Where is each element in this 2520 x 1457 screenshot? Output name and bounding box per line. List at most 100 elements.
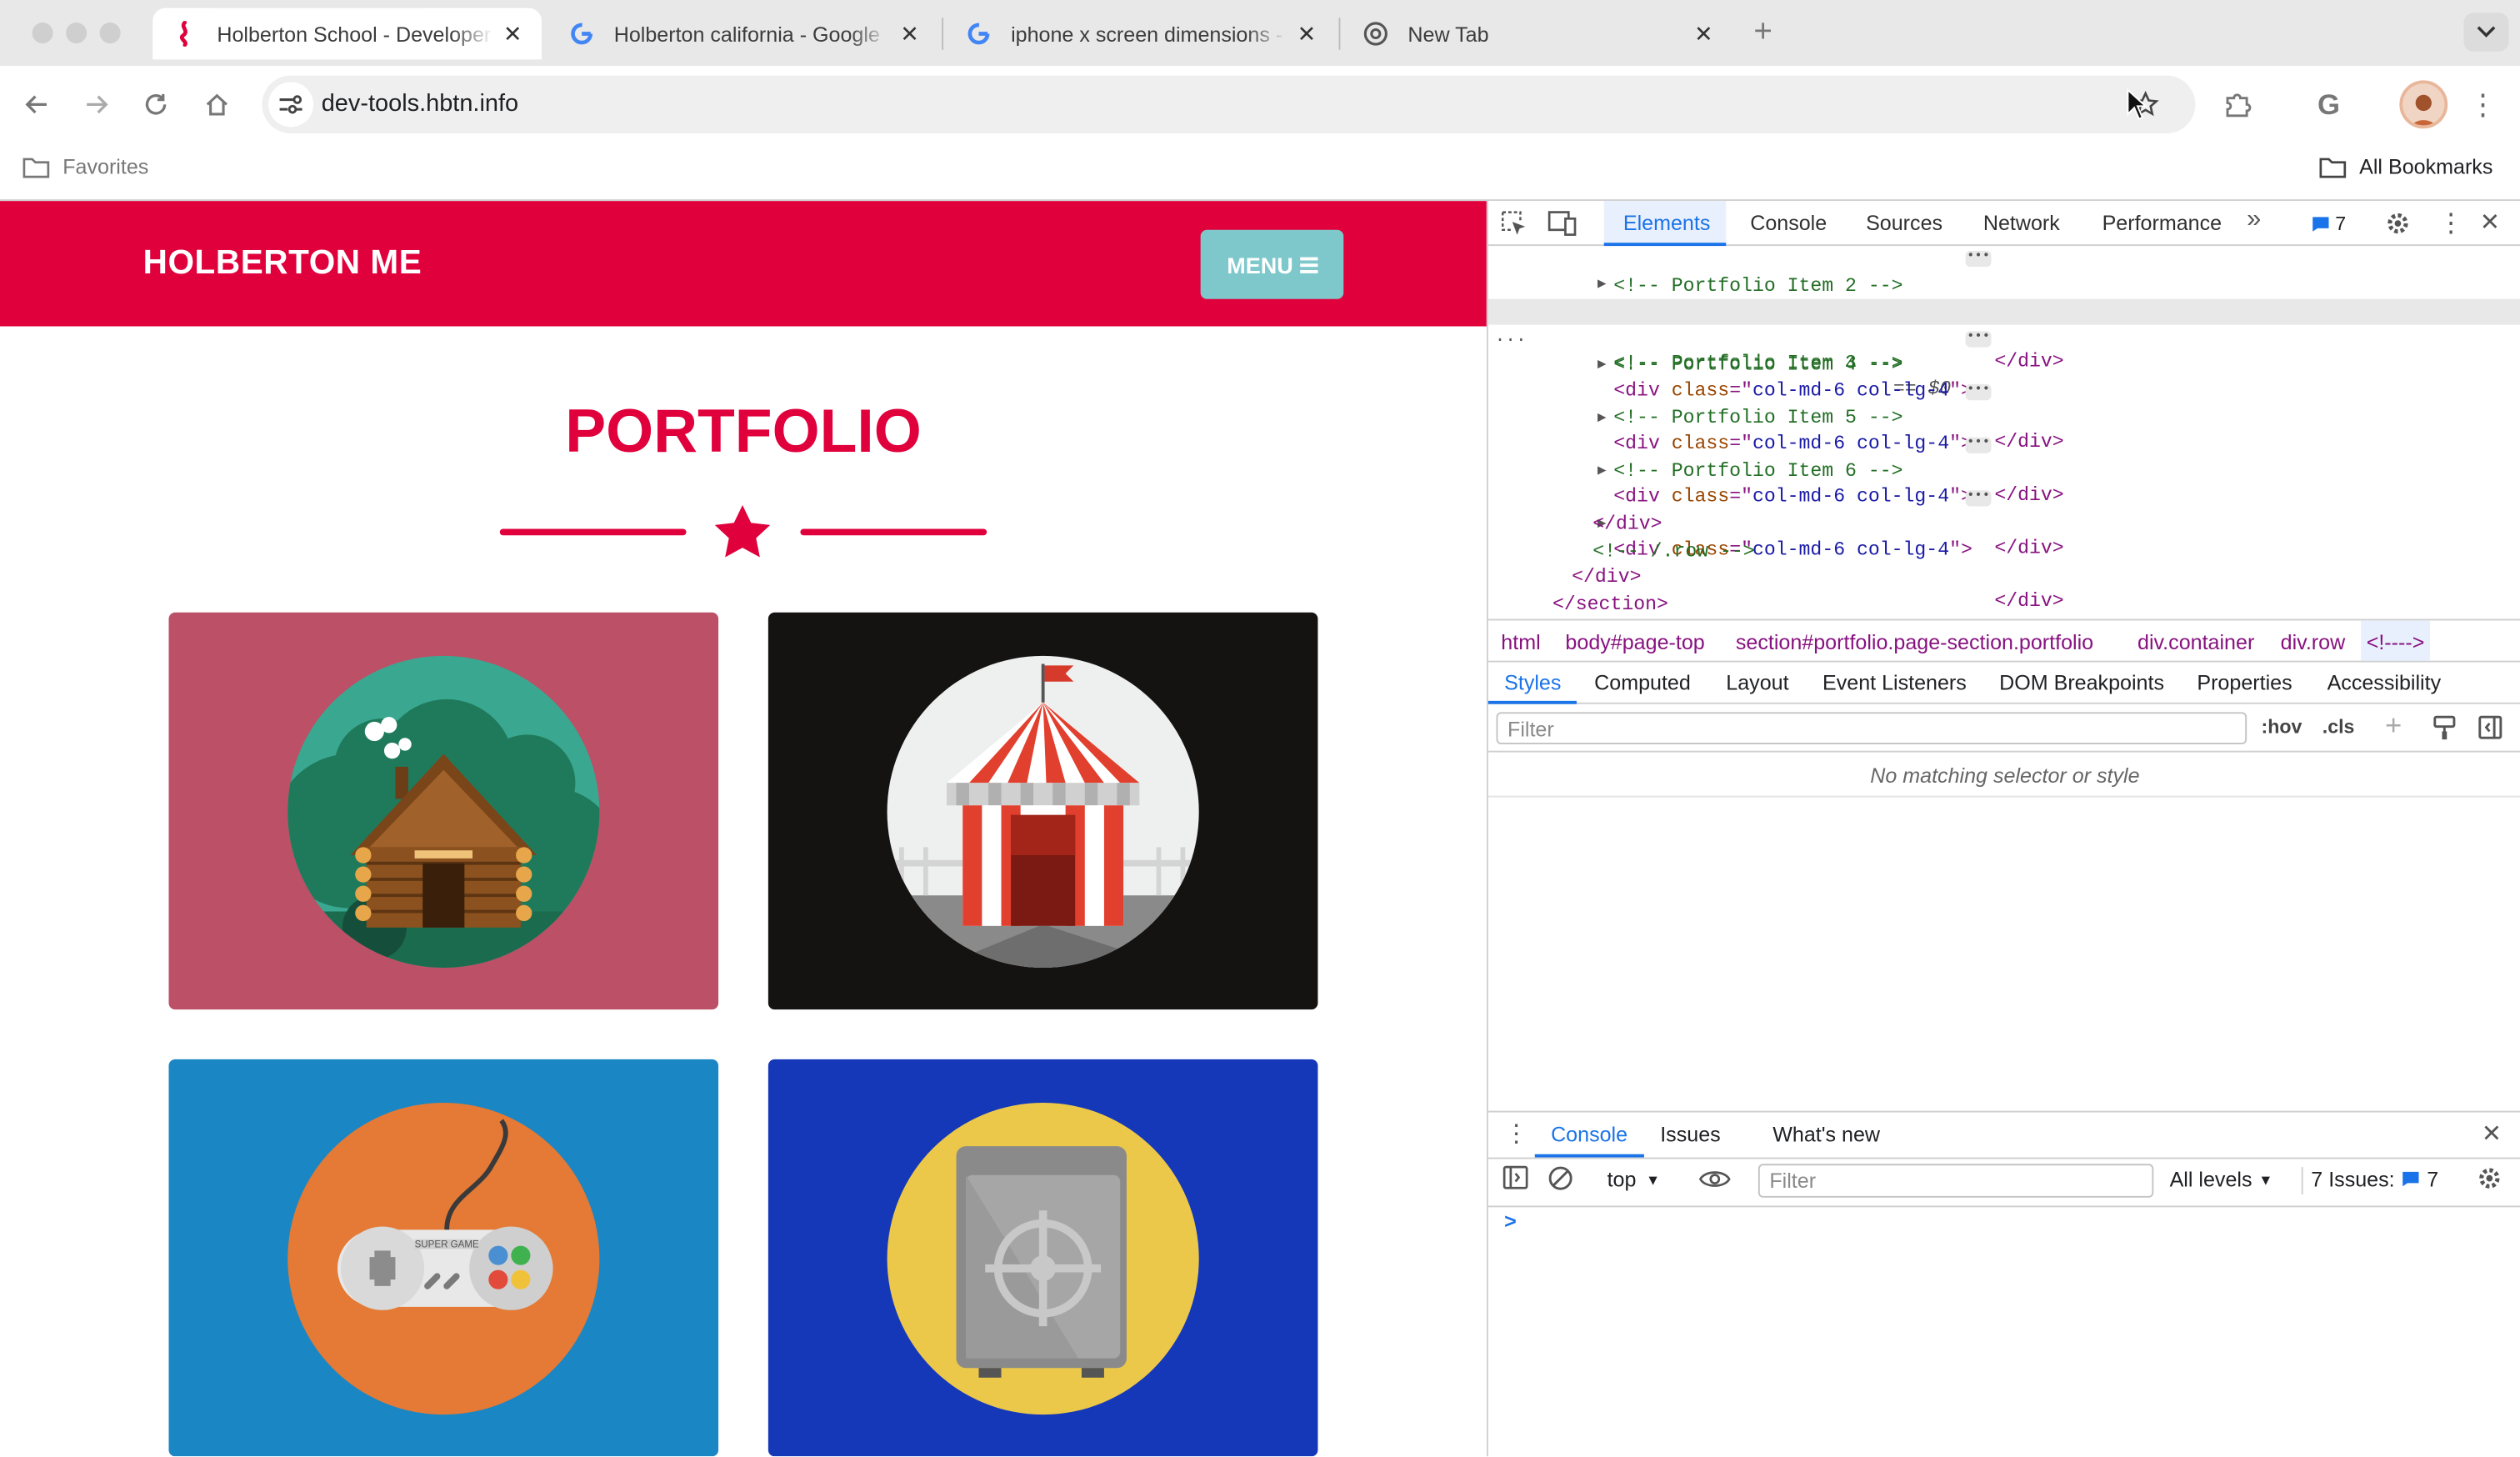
tab-styles[interactable]: Styles: [1488, 663, 1577, 704]
closing-tag[interactable]: </section>: [1552, 592, 1668, 618]
breadcrumb-body[interactable]: body#page-top: [1565, 630, 1704, 654]
styles-filter-input[interactable]: [1496, 712, 2248, 744]
dom-node-div[interactable]: ▶ <div class="col-md-6 col-lg-4"> ••• </…: [1488, 246, 2520, 373]
forward-arrow-icon[interactable]: [78, 85, 116, 123]
tab-holberton-school[interactable]: Holberton School - Developer ✕: [152, 8, 542, 60]
comment-node[interactable]: <!-- Portfolio Item 5 -->: [1613, 405, 1902, 431]
google-g-icon[interactable]: G: [2309, 85, 2348, 123]
tab-close-icon[interactable]: ✕: [1684, 20, 1722, 48]
tab-layout[interactable]: Layout: [1726, 670, 1788, 694]
tab-close-icon[interactable]: ✕: [1288, 20, 1326, 48]
tab-new-tab[interactable]: New Tab ✕: [1343, 8, 1732, 60]
closing-tag[interactable]: </div>: [1592, 511, 1662, 537]
console-filter-input[interactable]: [1758, 1164, 2154, 1198]
site-settings-icon[interactable]: [268, 82, 314, 128]
comment-node[interactable]: <!-- Portfolio Item 2 -->: [1613, 273, 1902, 299]
more-tabs-chevron-icon[interactable]: »: [2247, 206, 2261, 235]
tab-title: iphone x screen dimensions -: [1011, 22, 1283, 46]
portfolio-item-safe[interactable]: [768, 1059, 1318, 1457]
tab-close-icon[interactable]: ✕: [890, 20, 928, 48]
comment-node[interactable]: <!-- /.row -->: [1592, 538, 1754, 564]
tab-elements[interactable]: Elements: [1603, 201, 1727, 247]
breadcrumb-section[interactable]: section#portfolio.page-section.portfolio: [1736, 630, 2093, 654]
comment-node[interactable]: <!-- Portfolio Item 4 -->: [1613, 352, 1902, 378]
home-icon[interactable]: [198, 85, 236, 123]
profile-avatar[interactable]: [2399, 80, 2448, 129]
collapsed-ellipsis-icon[interactable]: •••: [1965, 250, 1992, 268]
drawer-kebab-icon[interactable]: ⋮: [1504, 1119, 1528, 1148]
breadcrumb-container[interactable]: div.container: [2138, 630, 2254, 654]
extensions-puzzle-icon[interactable]: [2218, 85, 2256, 123]
tab-properties[interactable]: Properties: [2197, 670, 2292, 694]
console-settings-gear-icon[interactable]: [2477, 1165, 2502, 1196]
collapsed-ellipsis-icon[interactable]: •••: [1965, 330, 1992, 348]
tab-sources[interactable]: Sources: [1866, 211, 1942, 235]
new-style-rule-plus-icon[interactable]: +: [2385, 708, 2402, 742]
bookmark-folder-favorites[interactable]: Favorites: [22, 154, 148, 178]
reload-icon[interactable]: [137, 85, 175, 123]
console-issues-counter[interactable]: 7 Issues: 7: [2311, 1167, 2438, 1191]
breadcrumb-html[interactable]: html: [1501, 630, 1540, 654]
issues-badge[interactable]: 7: [2311, 213, 2346, 235]
back-arrow-icon[interactable]: [18, 85, 56, 123]
tab-iphone-x-dimensions[interactable]: iphone x screen dimensions - ✕: [947, 8, 1336, 60]
clear-console-icon[interactable]: [1548, 1165, 1573, 1196]
selected-node-row[interactable]: ... <!-- Portfolio Item 3 --> == $0: [1488, 298, 2520, 400]
dom-node-div[interactable]: ▶ <div class="col-md-6 col-lg-4"> ••• </…: [1488, 485, 2520, 613]
closing-tag[interactable]: </div>: [1572, 564, 1641, 590]
drawer-tab-issues[interactable]: Issues: [1660, 1122, 1720, 1146]
portfolio-item-circus-tent[interactable]: [768, 612, 1318, 1010]
console-sidebar-icon[interactable]: [1502, 1165, 1528, 1194]
message-icon: [2312, 216, 2329, 231]
device-toolbar-icon[interactable]: [1548, 211, 1577, 242]
window-close-button[interactable]: [32, 22, 53, 44]
console-prompt[interactable]: >: [1504, 1209, 1517, 1233]
tab-holberton-california[interactable]: Holberton california - Google ✕: [550, 8, 939, 60]
tab-computed[interactable]: Computed: [1594, 670, 1691, 694]
context-selector[interactable]: top ▼: [1608, 1167, 1661, 1191]
portfolio-item-cabin[interactable]: [168, 612, 719, 1010]
portfolio-item-game-controller[interactable]: SUPER GAME: [168, 1059, 719, 1457]
live-expression-eye-icon[interactable]: [1698, 1169, 1731, 1194]
tab-accessibility[interactable]: Accessibility: [2328, 670, 2442, 694]
chrome-menu-kebab-icon[interactable]: ⋮: [2463, 85, 2502, 123]
window-zoom-button[interactable]: [99, 22, 121, 44]
breadcrumb-row[interactable]: div.row: [2281, 630, 2346, 654]
comment-node[interactable]: <!-- Portfolio Item 6 -->: [1613, 458, 1902, 484]
collapsed-ellipsis-icon[interactable]: •••: [1965, 437, 1992, 453]
drawer-close-icon[interactable]: ✕: [2482, 1119, 2502, 1148]
dom-node-div[interactable]: ▶ <div class="col-md-6 col-lg-4"> ••• </…: [1488, 326, 2520, 453]
log-levels-dropdown[interactable]: All levels ▼: [2170, 1167, 2273, 1191]
hover-state-toggle[interactable]: :hov: [2261, 715, 2302, 738]
window-minimize-button[interactable]: [66, 22, 88, 44]
collapsed-ellipsis-icon[interactable]: •••: [1965, 383, 1992, 401]
issues-number: 7: [2427, 1167, 2439, 1192]
devtools-close-icon[interactable]: ✕: [2480, 208, 2500, 237]
site-brand[interactable]: HOLBERTON ME: [143, 244, 422, 283]
drawer-tab-console[interactable]: Console: [1534, 1113, 1644, 1158]
class-toggle[interactable]: .cls: [2322, 715, 2355, 738]
tab-console[interactable]: Console: [1750, 211, 1827, 235]
devtools-kebab-icon[interactable]: ⋮: [2438, 208, 2464, 240]
inspect-element-icon[interactable]: [1501, 211, 1528, 242]
breadcrumb-comment[interactable]: <!---->: [2361, 620, 2430, 661]
tab-performance[interactable]: Performance: [2102, 211, 2222, 235]
tab-event-listeners[interactable]: Event Listeners: [1822, 670, 1967, 694]
menu-button[interactable]: MENU: [1200, 229, 1344, 299]
tab-network[interactable]: Network: [1983, 211, 2060, 235]
toggle-sidebar-icon[interactable]: [2478, 715, 2502, 744]
collapsed-ellipsis-icon[interactable]: •••: [1965, 489, 1992, 507]
all-bookmarks-button[interactable]: All Bookmarks: [2319, 154, 2492, 178]
dom-node-div[interactable]: ▶ <div class="col-md-6 col-lg-4"> ••• </…: [1488, 433, 2520, 560]
tab-dom-breakpoints[interactable]: DOM Breakpoints: [1999, 670, 2164, 694]
dom-tree[interactable]: ▶ <div class="col-md-6 col-lg-4"> ••• </…: [1488, 246, 2520, 618]
dom-node-div[interactable]: ▶ <div class="col-md-6 col-lg-4"> ••• </…: [1488, 379, 2520, 507]
settings-gear-icon[interactable]: [2385, 211, 2411, 242]
drawer-tab-whats-new[interactable]: What's new: [1772, 1122, 1880, 1146]
mouse-cursor-icon: [2126, 88, 2148, 128]
tab-close-icon[interactable]: ✕: [493, 20, 532, 48]
tab-search-chevron-down-icon[interactable]: [2463, 13, 2509, 52]
address-bar[interactable]: dev-tools.hbtn.info: [262, 75, 2196, 134]
new-tab-plus-icon[interactable]: +: [1743, 13, 1782, 51]
paint-brush-icon[interactable]: [2433, 715, 2456, 746]
